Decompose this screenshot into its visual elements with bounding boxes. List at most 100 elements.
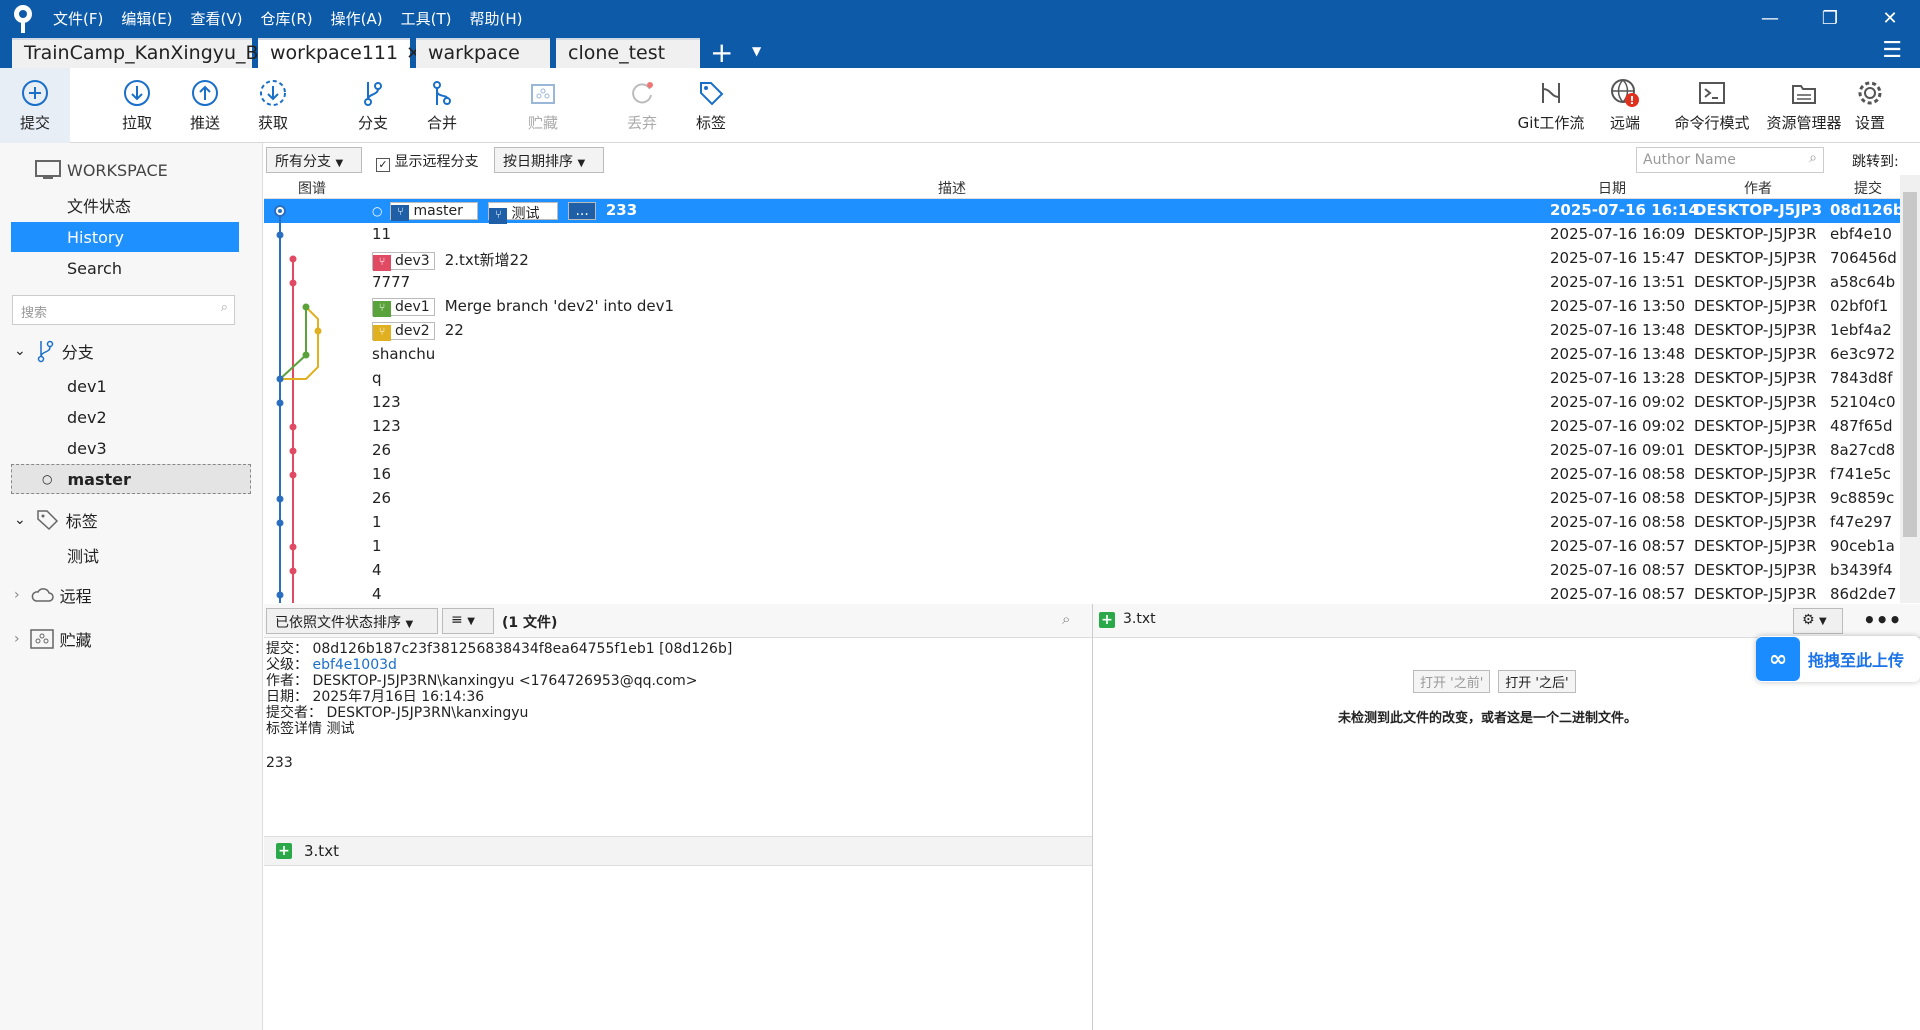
commit-row[interactable]: 16 2025-07-16 08:58 DESKTOP-J5JP3R f741e5c: [264, 463, 1900, 487]
author-filter-input[interactable]: Author Name ⌕: [1636, 147, 1824, 173]
commit-row[interactable]: ⑂ dev3 2.txt新增22 2025-07-16 15:47 DESKTOP-J5…: [264, 247, 1900, 271]
show-remote-checkbox[interactable]: ✓ 显示远程分支: [376, 151, 478, 172]
sidebar-item-search[interactable]: Search: [0, 253, 263, 283]
settings-button[interactable]: 设置: [1838, 68, 1902, 143]
commit-row[interactable]: 7777 2025-07-16 13:51 DESKTOP-J5JP3R a58c64…: [264, 271, 1900, 295]
commit-row[interactable]: 4 2025-07-16 08:57 DESKTOP-J5JP3R 86d2de7: [264, 583, 1900, 603]
changed-file-row[interactable]: + 3.txt: [264, 836, 1092, 866]
upload-widget[interactable]: ∞ 拖拽至此上传: [1756, 636, 1920, 682]
sidebar-search-input[interactable]: 搜索 ⌕: [12, 295, 235, 325]
sidebar-branch-dev1[interactable]: dev1: [0, 371, 263, 401]
ref-badge[interactable]: ⑂ master: [390, 201, 479, 221]
menu-view[interactable]: 查看(V): [191, 8, 243, 29]
tab-dropdown-icon[interactable]: ▼: [752, 44, 761, 58]
col-desc[interactable]: 描述: [938, 178, 966, 198]
commit-author: DESKTOP-J5JP3R: [1694, 513, 1817, 531]
sidebar-item-file-status[interactable]: 文件状态: [0, 190, 263, 220]
view-mode-dropdown[interactable]: ≡ ▼: [442, 608, 494, 634]
sidebar-branch-dev2[interactable]: dev2: [0, 402, 263, 432]
restore-icon[interactable]: ❐: [1800, 0, 1860, 36]
commit-graph: [274, 205, 322, 603]
discard-button[interactable]: 丢弃: [607, 68, 677, 143]
commit-row[interactable]: 123 2025-07-16 09:02 DESKTOP-J5JP3R 487f65d: [264, 415, 1900, 439]
hamburger-menu-icon[interactable]: ☰: [1882, 38, 1902, 63]
pane-divider[interactable]: [1092, 604, 1093, 1030]
tab-traincamp[interactable]: TrainCamp_KanXingyu_B...: [12, 38, 277, 68]
close-icon[interactable]: ✕: [1860, 0, 1920, 36]
search-icon[interactable]: ⌕: [1062, 610, 1070, 628]
fetch-button[interactable]: 获取: [238, 68, 308, 143]
author-line: 作者： DESKTOP-J5JP3RN\kanxingyu <176472695…: [266, 673, 698, 689]
remote-button[interactable]: ! 远端: [1590, 68, 1660, 143]
commit-row[interactable]: 26 2025-07-16 09:01 DESKTOP-J5JP3R 8a27cd8: [264, 439, 1900, 463]
file-added-icon: +: [1099, 612, 1115, 628]
branch-button[interactable]: 分支: [338, 68, 408, 143]
commit-row[interactable]: 1 2025-07-16 08:57 DESKTOP-J5JP3R 90ceb1a: [264, 535, 1900, 559]
commit-row[interactable]: shanchu 2025-07-16 13:48 DESKTOP-J5JP3R 6e3…: [264, 343, 1900, 367]
commit-hash: ebf4e10: [1830, 225, 1892, 243]
merge-button[interactable]: 合并: [407, 68, 477, 143]
commit-row[interactable]: 4 2025-07-16 08:57 DESKTOP-J5JP3R b3439f4: [264, 559, 1900, 583]
menu-help[interactable]: 帮助(H): [469, 8, 522, 29]
more-options-icon[interactable]: •••: [1863, 608, 1901, 632]
commit-row[interactable]: ⑂ dev2 22 2025-07-16 13:48 DESKTOP-J5JP3R 1eb…: [264, 319, 1900, 343]
add-tab-icon[interactable]: +: [710, 36, 733, 69]
sidebar-tag-test[interactable]: 测试: [0, 540, 263, 570]
tag-button[interactable]: 标签: [676, 68, 746, 143]
tab-clone-test[interactable]: clone_test: [556, 38, 700, 68]
tab-warkpace[interactable]: warkpace: [416, 38, 550, 68]
menu-edit[interactable]: 编辑(E): [121, 8, 172, 29]
commit-row[interactable]: 1 2025-07-16 08:58 DESKTOP-J5JP3R f47e297: [264, 511, 1900, 535]
pull-button[interactable]: 拉取: [102, 68, 172, 143]
commit-row[interactable]: 11 2025-07-16 16:09 DESKTOP-J5JP3R ebf4e10: [264, 223, 1900, 247]
terminal-button[interactable]: 命令行模式: [1660, 68, 1764, 143]
gitflow-button[interactable]: Git工作流: [1510, 68, 1592, 143]
ref-badge[interactable]: ⑂ 测试: [488, 201, 559, 224]
commit-description: 123: [372, 393, 401, 411]
parent-link[interactable]: ebf4e1003d: [312, 657, 396, 673]
commit-button[interactable]: 提交: [0, 68, 70, 143]
commit-description: 26: [372, 489, 392, 507]
tags-section[interactable]: ⌄ 标签: [0, 505, 263, 535]
branch-filter-dropdown[interactable]: 所有分支 ▼: [266, 147, 362, 173]
ref-badge[interactable]: ⑂ dev2: [372, 321, 435, 341]
minimize-icon[interactable]: —: [1740, 0, 1800, 36]
file-sort-dropdown[interactable]: 已依照文件状态排序 ▼: [266, 608, 438, 634]
menu-actions[interactable]: 操作(A): [331, 8, 383, 29]
commit-date: 2025-07-16 08:57: [1550, 585, 1686, 603]
commit-date: 2025-07-16 16:14: [1550, 201, 1699, 219]
commit-row[interactable]: 26 2025-07-16 08:58 DESKTOP-J5JP3R 9c8859c: [264, 487, 1900, 511]
date-line: 日期： 2025年7月16日 16:14:36: [266, 689, 485, 705]
commit-author: DESKTOP-J5JP3R: [1694, 465, 1817, 483]
col-graph[interactable]: 图谱: [298, 178, 326, 198]
sidebar-branch-dev3[interactable]: dev3: [0, 433, 263, 463]
sort-dropdown[interactable]: 按日期排序 ▼: [494, 147, 604, 173]
menu-tools[interactable]: 工具(T): [401, 8, 452, 29]
tab-workpace111[interactable]: workpace111 ✕: [258, 38, 421, 68]
diff-options-dropdown[interactable]: ⚙ ▼: [1793, 608, 1843, 634]
stash-button[interactable]: 贮藏: [508, 68, 578, 143]
ref-badge[interactable]: ⑂ dev3: [372, 251, 435, 271]
col-author[interactable]: 作者: [1744, 178, 1772, 198]
push-button[interactable]: 推送: [170, 68, 240, 143]
remote-section[interactable]: › 远程: [0, 580, 263, 610]
stash-section[interactable]: › 贮藏: [0, 624, 263, 654]
commit-date: 2025-07-16 09:02: [1550, 393, 1686, 411]
ref-badge[interactable]: ⑂ dev1: [372, 297, 435, 317]
menu-file[interactable]: 文件(F): [53, 8, 103, 29]
menu-repo[interactable]: 仓库(R): [261, 8, 313, 29]
scrollbar-thumb[interactable]: [1903, 192, 1917, 537]
commit-row[interactable]: ○⑂master⑂测试⑂...2332025-07-16 16:14DESKTO…: [264, 199, 1900, 224]
sidebar-branch-master[interactable]: ○ master: [11, 464, 251, 494]
open-before-button[interactable]: 打开 '之前': [1413, 670, 1491, 693]
branches-section[interactable]: ⌄ 分支: [0, 336, 263, 366]
commit-row[interactable]: ⑂ dev1 Merge branch 'dev2' into dev1 2025-0…: [264, 295, 1900, 319]
open-after-button[interactable]: 打开 '之后': [1498, 670, 1576, 693]
committer-line: 提交者： DESKTOP-J5JP3RN\kanxingyu: [266, 705, 529, 721]
col-date[interactable]: 日期: [1598, 178, 1626, 198]
ref-badge[interactable]: ⑂...: [568, 201, 596, 220]
commit-row[interactable]: 123 2025-07-16 09:02 DESKTOP-J5JP3R 52104c0: [264, 391, 1900, 415]
col-commit[interactable]: 提交: [1854, 178, 1882, 198]
sidebar-item-history[interactable]: History: [11, 222, 239, 252]
commit-row[interactable]: q 2025-07-16 13:28 DESKTOP-J5JP3R 7843d8f: [264, 367, 1900, 391]
